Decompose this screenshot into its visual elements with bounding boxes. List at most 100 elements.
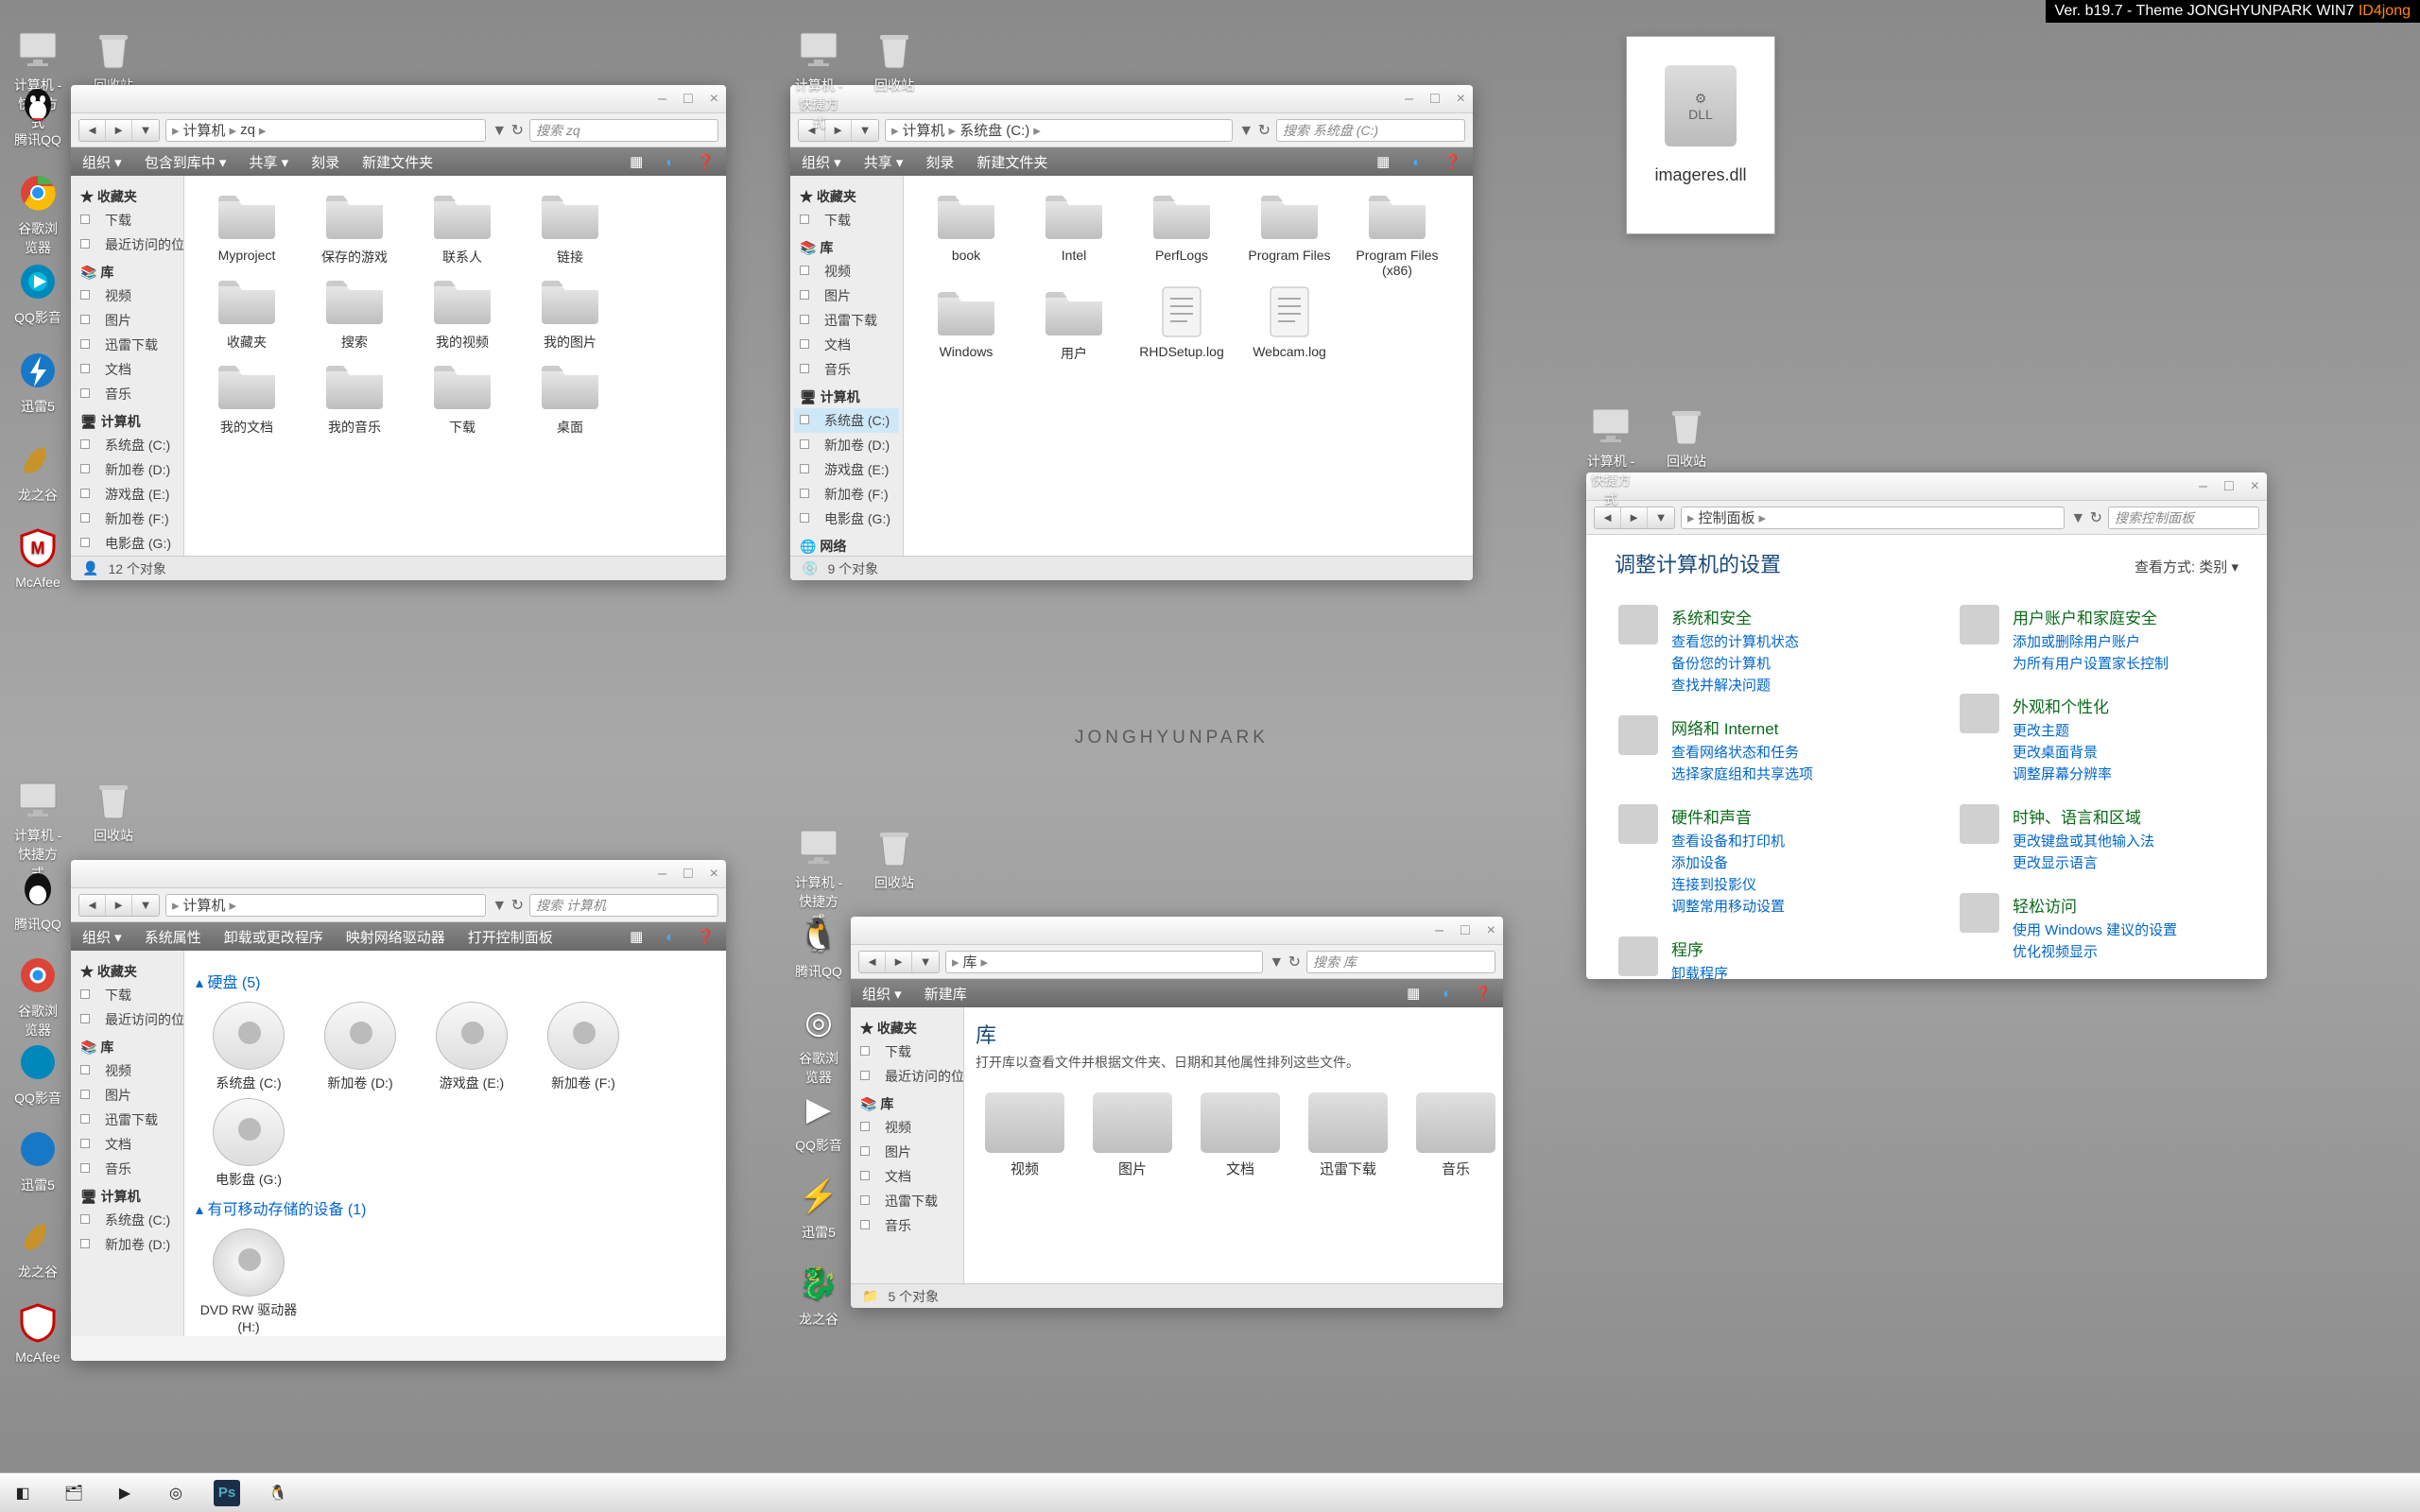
address-bar[interactable]: ▸控制面板▸ [1681,507,2065,529]
desktop-icon-recycle[interactable]: 回收站 [89,775,138,845]
search-input[interactable]: 搜索控制面板 [2108,507,2259,529]
sidebar-item[interactable]: 新加卷 (D:) [75,1232,180,1257]
drive-item[interactable]: 系统盘 (C:) [196,1002,302,1092]
desktop-icon-recycle[interactable]: 回收站 [89,25,138,94]
sidebar-item[interactable]: 视频 [855,1115,959,1140]
sidebar-item[interactable]: 新加卷 (F:) [794,482,899,507]
sidebar-item[interactable]: 游戏盘 (E:) [794,457,899,482]
desktop-icon-game[interactable]: 龙之谷 [13,435,62,505]
folder-item[interactable]: 我的图片 [519,272,621,352]
taskbar[interactable]: ◧ 🗂 ▶ ◎ Ps 🐧 [0,1472,2420,1512]
drive-item[interactable]: 电影盘 (G:) [196,1098,302,1189]
cp-link[interactable]: 查找并解决问题 [1671,675,1799,695]
explorer-window-libraries[interactable]: –□× ◄►▼ ▸库▸ ▼ ↻ 搜索 库 组织 ▾新建库▦◐❓ ★ 收藏夹下载最… [851,917,1503,1308]
folder-item[interactable]: 用户 [1023,284,1125,363]
cp-link[interactable]: 添加设备 [1671,852,1785,872]
folder-item[interactable]: 桌面 [519,357,621,437]
sidebar-item[interactable]: 迅雷下载 [75,1108,180,1132]
sidebar-item[interactable]: 文档 [75,357,180,382]
explorer-window-userfolder[interactable]: –□× ◄►▼ ▸计算机▸zq▸ ▼ ↻ 搜索 zq 组织 ▾包含到库中 ▾共享… [71,85,726,580]
folder-item[interactable]: PerfLogs [1131,187,1233,278]
cp-link[interactable]: 更改显示语言 [2013,852,2154,872]
sidebar-item[interactable]: 文档 [75,1132,180,1157]
max-button[interactable]: □ [683,91,693,108]
desktop-icon-qqav[interactable]: ▶QQ影音 [794,1085,843,1155]
sidebar-item[interactable]: 视频 [794,259,899,284]
desktop-icon-recycle[interactable]: 回收站 [1662,401,1711,471]
sidebar-item[interactable]: 最近访问的位置 [75,1007,180,1032]
library-item[interactable]: 图片 [1093,1092,1172,1178]
folder-item[interactable]: book [915,187,1017,278]
sidebar-item[interactable]: 系统盘 (C:) [794,408,899,433]
sidebar-item[interactable]: 图片 [75,1083,180,1108]
qq-icon[interactable]: 🐧 [265,1480,291,1506]
cp-category[interactable]: 网络和 Internet查看网络状态和任务选择家庭组和共享选项 [1618,715,1893,785]
chrome-icon[interactable]: ◎ [163,1480,189,1506]
view-mode[interactable]: 查看方式: 类别 ▾ [2135,557,2238,576]
desktop-icon-chrome[interactable]: ◎谷歌浏览器 [794,998,843,1087]
sidebar-item[interactable]: 迅雷下载 [794,308,899,333]
dvd-drive[interactable]: DVD RW 驱动器 (H:) [196,1228,302,1334]
cp-link[interactable]: 连接到投影仪 [1671,874,1785,894]
cp-category[interactable]: 系统和安全查看您的计算机状态备份您的计算机查找并解决问题 [1618,605,1893,696]
cp-category[interactable]: 程序卸载程序 [1618,936,1893,979]
desktop-icon-computer[interactable]: 计算机 - 快捷方式 [794,25,843,132]
library-item[interactable]: 迅雷下载 [1308,1092,1388,1178]
cp-link[interactable]: 调整常用移动设置 [1671,896,1785,916]
cp-link[interactable]: 为所有用户设置家长控制 [2013,653,2169,673]
desktop-icon-qq[interactable]: 🐧腾讯QQ [794,911,843,981]
library-item[interactable]: 视频 [985,1092,1064,1178]
library-item[interactable]: 音乐 [1416,1092,1495,1178]
sidebar-item[interactable]: 下载 [75,983,180,1007]
search-input[interactable]: 搜索 计算机 [529,894,718,917]
sidebar-item[interactable]: 文档 [794,333,899,357]
toolbar[interactable]: 组织 ▾新建库▦◐❓ [851,979,1503,1007]
cp-link[interactable]: 查看您的计算机状态 [1671,631,1799,651]
min-button[interactable]: – [658,91,666,108]
cp-category[interactable]: 时钟、语言和区域更改键盘或其他输入法更改显示语言 [1960,804,2235,874]
sidebar-item[interactable]: 图片 [855,1140,959,1164]
folder-item[interactable]: 我的音乐 [303,357,406,437]
photoshop-icon[interactable]: Ps [214,1480,240,1506]
media-play-icon[interactable]: ▶ [112,1480,138,1506]
close-button[interactable]: × [1457,91,1465,108]
sidebar-item[interactable]: 最近访问的位置 [855,1064,959,1089]
folder-item[interactable]: Program Files [1238,187,1340,278]
search-input[interactable]: 搜索 zq [529,119,718,142]
desktop-icon-qqav[interactable]: QQ影音 [13,1038,62,1108]
sidebar-item[interactable]: 新加卷 (D:) [75,457,180,482]
explorer-window-cdrive[interactable]: –□× ◄►▼ ▸计算机▸系统盘 (C:)▸ ▼ ↻ 搜索 系统盘 (C:) 组… [790,85,1473,580]
sidebar-item[interactable]: 下载 [794,208,899,232]
cp-link[interactable]: 卸载程序 [1671,963,1728,979]
sidebar-item[interactable]: 视频 [75,1058,180,1083]
folder-item[interactable]: 下载 [411,357,513,437]
desktop-icon-recycle[interactable]: 回收站 [870,25,919,94]
desktop-icon-chrome[interactable]: 谷歌浏览器 [13,951,62,1040]
folder-item[interactable]: 联系人 [411,187,513,266]
desktop-icon-qq[interactable]: 腾讯QQ [13,864,62,934]
cp-link[interactable]: 更改键盘或其他输入法 [2013,831,2154,850]
search-input[interactable]: 搜索 库 [1306,951,1495,973]
cp-link[interactable]: 添加或删除用户账户 [2013,631,2169,651]
sidebar-item[interactable]: 音乐 [794,357,899,382]
sidebar-item[interactable]: 迅雷下载 [75,333,180,357]
toolbar-item[interactable]: 共享 ▾ [864,152,904,172]
min-button[interactable]: – [1405,91,1413,108]
desktop-icon-xunlei[interactable]: 迅雷5 [13,346,62,416]
drive-item[interactable]: 新加卷 (F:) [530,1002,636,1092]
sidebar-item[interactable]: 音乐 [855,1213,959,1238]
sidebar[interactable]: ★ 收藏夹下载最近访问的位置📚 库视频图片迅雷下载文档音乐🖥 计算机系统盘 (C… [71,951,184,1336]
sidebar-item[interactable]: 电影盘 (G:) [794,507,899,531]
toolbar-item[interactable]: 映射网络驱动器 [346,927,445,947]
address-bar[interactable]: ▸库▸ [945,951,1263,973]
sidebar-item[interactable]: 系统盘 (C:) [75,433,180,457]
desktop-icon-xunlei[interactable]: 迅雷5 [13,1125,62,1194]
folder-item[interactable]: 我的文档 [196,357,298,437]
cp-category[interactable]: 硬件和声音查看设备和打印机添加设备连接到投影仪调整常用移动设置 [1618,804,1893,918]
toolbar-item[interactable]: 卸载或更改程序 [224,927,323,947]
toolbar-item[interactable]: 新建文件夹 [977,152,1047,172]
desktop-icon-game[interactable]: 龙之谷 [13,1211,62,1281]
desktop-icon-qqav[interactable]: QQ影音 [13,257,62,327]
sidebar-item[interactable]: 新加卷 (F:) [75,507,180,531]
folder-item[interactable]: Myproject [196,187,298,266]
